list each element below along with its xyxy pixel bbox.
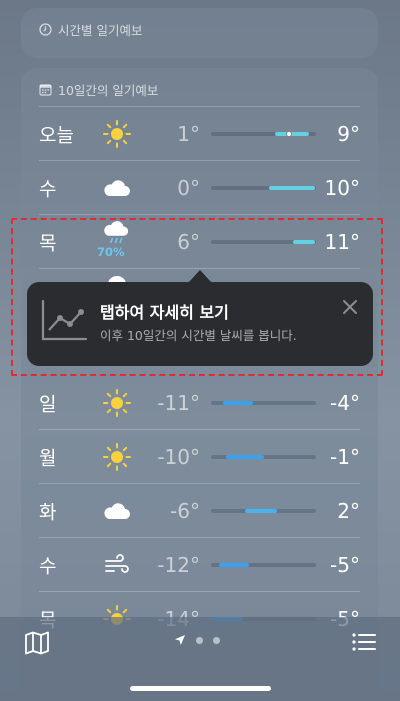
current-temp-dot [286,131,292,137]
low-temp: -10° [157,445,200,469]
day-label: 수 [39,555,57,578]
page-indicator[interactable] [174,634,220,646]
location-arrow-icon [175,635,185,645]
hourly-forecast-header: 시간별 일기예보 [21,8,378,51]
temp-range-fill [245,509,277,513]
high-temp: -1° [330,445,360,469]
temp-range-bar [211,131,316,137]
forecast-row-wed-2[interactable]: 수 -12° -5° [39,538,360,592]
day-label: 화 [39,501,57,524]
high-temp: 9° [337,122,360,146]
sun-icon [103,389,131,417]
cloud-icon [104,503,130,519]
hourly-forecast-title: 시간별 일기예보 [58,23,143,38]
day-label: 일 [39,393,57,416]
low-temp: -11° [157,391,200,415]
temp-range-fill [223,401,253,405]
highlight-box [11,218,383,376]
calendar-icon [39,84,52,96]
forecast-row-sun[interactable]: 일 -11° -4° [39,376,360,430]
home-indicator[interactable] [130,686,271,691]
high-temp: 2° [337,499,360,523]
forecast-row-tue[interactable]: 화 -6° 2° [39,484,360,538]
forecast-row-mon[interactable]: 월 -10° -1° [39,430,360,484]
forecast-row-today[interactable]: 오늘 1° 9° [39,107,360,161]
temp-range-bar [211,186,316,190]
low-temp: 1° [177,122,200,146]
page-dot [196,636,203,644]
temp-range-bar [211,509,316,513]
temp-range-bar [211,455,316,459]
ten-day-forecast-title: 10일간의 일기예보 [58,83,159,98]
hourly-forecast-card[interactable]: 시간별 일기예보 [21,8,378,58]
high-temp: -5° [330,553,360,577]
temp-range-fill [269,186,315,190]
day-label: 월 [39,447,57,470]
sun-icon [103,120,131,148]
wind-icon [105,554,129,573]
list-icon[interactable] [352,633,376,651]
temp-range-fill [219,563,249,567]
temp-range-fill [226,455,264,459]
low-temp: -6° [170,499,200,523]
forecast-row-wed[interactable]: 수 0° 10° [39,161,360,215]
temp-range-bar [211,563,316,567]
temp-range-fill [275,132,309,136]
temp-range-bar [211,401,316,405]
high-temp: -4° [330,391,360,415]
day-label: 수 [39,178,57,201]
sun-icon [103,443,131,471]
high-temp: 10° [324,176,360,200]
day-label: 오늘 [39,124,74,147]
ten-day-forecast-header: 10일간의 일기예보 [21,68,378,109]
page-dot [213,636,220,644]
low-temp: -12° [157,553,200,577]
clock-icon [39,23,52,36]
low-temp: 0° [177,176,200,200]
cloud-icon [104,180,130,196]
map-icon[interactable] [24,631,50,655]
